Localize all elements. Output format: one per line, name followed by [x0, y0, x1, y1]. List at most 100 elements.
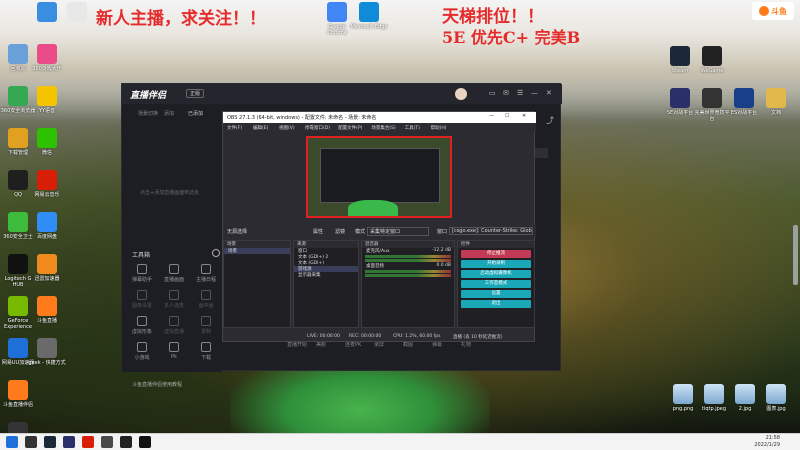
douyu-logo-icon	[759, 6, 769, 16]
bottom-bar-item-6[interactable]: 礼物	[461, 341, 471, 348]
desktop-icon-top-0[interactable]	[58, 2, 96, 24]
taskbar-start-icon[interactable]	[6, 436, 18, 448]
obs-minimize-icon[interactable]: —	[489, 113, 494, 119]
tool-9[interactable]: 小游戏	[128, 342, 156, 361]
bottom-bar-item-3[interactable]: 录屏	[374, 341, 384, 348]
wegame-icon	[702, 46, 722, 66]
taskbar-5e-icon[interactable]	[63, 436, 75, 448]
obs-menu-item-5[interactable]: 场景集合(S)	[371, 125, 395, 131]
bottom-bar-item-0[interactable]: 直播开始	[287, 341, 307, 348]
desktop-icon-left2-1[interactable]: 360游戏大厅	[28, 44, 66, 72]
tool-8[interactable]: 录制	[192, 316, 220, 335]
qq-icon	[8, 170, 28, 190]
mode-select[interactable]: 采集特定窗口	[367, 227, 429, 236]
tools-help-icon[interactable]	[212, 249, 220, 257]
baidu-pan-icon	[37, 212, 57, 232]
taskbar-netease-icon[interactable]	[82, 436, 94, 448]
tool-4[interactable]: 多人连麦	[160, 290, 188, 309]
tool-7[interactable]: 虚拟直播	[160, 316, 188, 335]
desktop-icon-left2-5[interactable]: 百度网盘	[28, 212, 66, 240]
tool-5[interactable]: 画中画	[192, 290, 220, 309]
tool-icon	[137, 290, 147, 300]
obs-preview[interactable]	[306, 136, 452, 218]
tool-1[interactable]: 直播画面	[160, 264, 188, 283]
avatar[interactable]	[455, 88, 467, 100]
window-select[interactable]: [csgo.exe]: Counter-Strike: Global Of	[449, 227, 533, 235]
properties-button[interactable]: 属性	[313, 228, 323, 235]
source-item[interactable]: 显示器采集	[294, 272, 358, 278]
desktop-icon-left2-6[interactable]: 迅雷加速器	[28, 254, 66, 282]
uu-icon	[8, 338, 28, 358]
desktop-icon-left-8[interactable]: 斗鱼直播伴侣	[0, 380, 37, 408]
obs-close-icon[interactable]: ✕	[522, 113, 526, 119]
desktop-file-3[interactable]: 图表.jpg	[757, 384, 795, 412]
volume-slider[interactable]	[365, 259, 451, 262]
tool-11[interactable]: 下载	[192, 342, 220, 361]
obs-menu-item-1[interactable]: 编辑(E)	[253, 125, 268, 131]
taskbar-obs-icon[interactable]	[139, 436, 151, 448]
bottom-bar-item-1[interactable]: 美颜	[316, 341, 326, 348]
control-button-3[interactable]: 工作室模式	[461, 280, 531, 288]
tool-3[interactable]: 图像设置	[128, 290, 156, 309]
tab-added[interactable]: 已添加	[188, 110, 203, 117]
tool-6[interactable]: 虚拟形象	[128, 316, 156, 335]
tool-0[interactable]: 弹幕助手	[128, 264, 156, 283]
obs-menu-item-6[interactable]: 工具(T)	[405, 125, 420, 131]
taskbar-wifi-icon[interactable]	[101, 436, 113, 448]
desktop-icon-top-2[interactable]: Microsoft Edge	[350, 2, 388, 30]
bottom-bar-item-4[interactable]: 截图	[403, 341, 413, 348]
desktop-icon-right-1[interactable]: WeGame	[693, 46, 731, 74]
desktop-icon-left2-4[interactable]: 网易云音乐	[28, 170, 66, 198]
skin-icon[interactable]: ▭	[489, 89, 496, 97]
obs-maximize-icon[interactable]: ☐	[505, 113, 509, 119]
rec-timer: REC: 00:00:00	[349, 334, 382, 339]
obs-menu-item-3[interactable]: 停靠窗口(D)	[305, 125, 330, 131]
thunder-icon	[37, 254, 57, 274]
wechat-icon	[37, 128, 57, 148]
taskbar-steam-icon[interactable]	[44, 436, 56, 448]
control-button-2[interactable]: 启动虚拟摄像机	[461, 270, 531, 278]
volume-slider[interactable]	[365, 274, 451, 277]
desktop-icon-right-5[interactable]: 文档	[757, 88, 795, 116]
taskbar-search-icon[interactable]	[25, 436, 37, 448]
desktop-file-label: 图表.jpg	[766, 406, 786, 412]
control-button-4[interactable]: 设置	[461, 290, 531, 298]
live-timer: LIVE: 00:00:00	[307, 334, 340, 339]
desktop-icon-left2-2[interactable]: YY语音	[28, 86, 66, 114]
desktop-scrollbar[interactable]	[793, 225, 798, 285]
tab-scenes[interactable]: 场景切换	[138, 110, 158, 117]
filters-button[interactable]: 滤镜	[335, 228, 345, 235]
control-button-5[interactable]: 退出	[461, 300, 531, 308]
tab-add[interactable]: 添加	[164, 110, 174, 117]
desktop-icon-left2-8[interactable]: geek - 快捷方式	[28, 338, 66, 366]
tool-10[interactable]: Pk	[160, 342, 188, 360]
control-button-1[interactable]: 开始录制	[461, 260, 531, 268]
tutorial-notice[interactable]: 斗鱼直播伴侣使用教程	[132, 381, 182, 388]
taskbar-clock[interactable]: 21:58 2022/1/29	[754, 435, 780, 449]
tool-icon	[201, 290, 211, 300]
settings-icon[interactable]: ☰	[517, 89, 523, 97]
obs-menu-item-2[interactable]: 视图(V)	[279, 125, 295, 131]
tool-2[interactable]: 主播日程	[192, 264, 220, 283]
desktop-icon-left2-3[interactable]: 微信	[28, 128, 66, 156]
scene-item[interactable]: 场景	[224, 248, 290, 254]
taskbar-app-icon[interactable]	[120, 436, 132, 448]
chrome-icon	[327, 2, 347, 22]
stream-status: 直播 (丢 10 秒延迟推流)	[453, 335, 503, 340]
message-icon[interactable]: ✉	[503, 89, 509, 97]
close-icon[interactable]: ✕	[546, 89, 552, 97]
minimize-icon[interactable]: —	[531, 89, 538, 97]
desktop-icon-left2-7[interactable]: 斗鱼直播	[28, 296, 66, 324]
bottom-bar-item-5[interactable]: 弹幕	[432, 341, 442, 348]
file-icon	[67, 2, 87, 22]
share-icon[interactable]: ⤴	[546, 115, 554, 126]
obs-menu-item-7[interactable]: 帮助(H)	[431, 125, 447, 131]
tool-icon	[201, 342, 211, 352]
obs-menu-item-4[interactable]: 配置文件(P)	[338, 125, 362, 131]
app-badge[interactable]: 正版	[186, 89, 205, 98]
obs-menu-item-0[interactable]: 文件(F)	[227, 125, 242, 131]
tool-label: 主播日程	[195, 277, 216, 283]
obs-menu-bar: 文件(F) 编辑(E) 视图(V) 停靠窗口(D) 配置文件(P) 场景集合(S) 工具(T…	[223, 123, 536, 132]
bottom-bar-item-2[interactable]: 连麦PK	[345, 341, 361, 348]
control-button-0[interactable]: 停止推流	[461, 250, 531, 258]
